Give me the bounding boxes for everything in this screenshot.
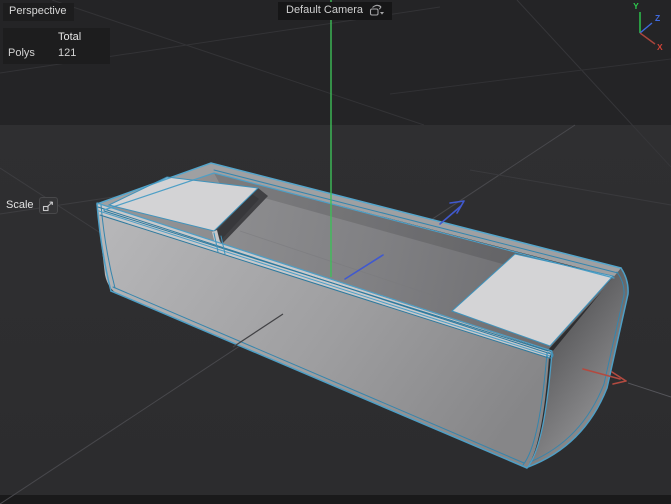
stats-row-value: 121	[58, 47, 77, 59]
camera-menu[interactable]: Default Camera	[278, 2, 393, 20]
view-menu[interactable]: Perspective	[3, 3, 75, 21]
3d-viewport[interactable]: Y Z X Perspective Total Polys 121 Defaul…	[0, 0, 671, 504]
gizmo-y-label: Y	[633, 1, 639, 11]
stats-header: Total	[58, 31, 82, 43]
scale-tool-badge	[38, 197, 58, 214]
camera-menu-label: Default Camera	[286, 4, 364, 16]
gizmo-x-label: X	[657, 42, 663, 52]
tool-indicator: Scale	[6, 197, 58, 214]
camera-switch-icon[interactable]	[369, 4, 385, 17]
stats-panel: Total Polys 121	[3, 28, 110, 64]
gizmo-z-label: Z	[655, 13, 660, 23]
stats-row-label: Polys	[8, 47, 35, 59]
scale-tool-icon	[42, 200, 53, 211]
scene-canvas[interactable]: Y Z X	[0, 0, 671, 504]
tool-label: Scale	[6, 199, 34, 211]
bottom-bar	[0, 495, 671, 504]
stats-header-spacer	[8, 31, 58, 44]
